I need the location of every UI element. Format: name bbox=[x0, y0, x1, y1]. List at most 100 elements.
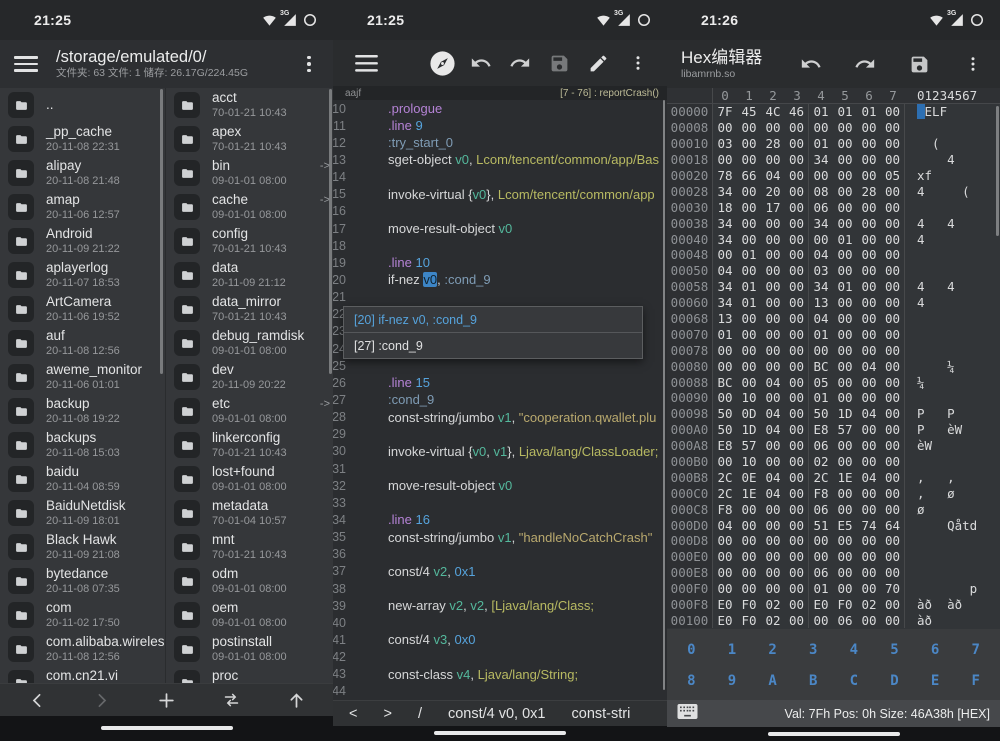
hex-byte[interactable]: 00 bbox=[833, 263, 857, 279]
hex-byte[interactable]: 00 bbox=[761, 342, 785, 358]
hex-key-C[interactable]: C bbox=[834, 673, 875, 689]
arrow-up-icon[interactable] bbox=[283, 688, 309, 712]
hex-byte[interactable]: 00 bbox=[881, 406, 905, 422]
hex-key-8[interactable]: 8 bbox=[671, 673, 712, 689]
hex-byte[interactable]: 00 bbox=[785, 247, 809, 263]
hex-byte[interactable]: 00 bbox=[737, 263, 761, 279]
hex-byte[interactable]: 00 bbox=[737, 152, 761, 168]
hex-byte[interactable]: 00 bbox=[737, 199, 761, 215]
breadcrumb-path[interactable]: /storage/emulated/0/ bbox=[56, 48, 248, 67]
code-line[interactable]: 25 bbox=[333, 357, 667, 374]
code-line[interactable]: 35const-string/jumbo v1, "handleNoCatchC… bbox=[333, 529, 667, 546]
hex-byte[interactable]: 01 bbox=[833, 104, 857, 120]
list-item[interactable]: backups20-11-08 15:03 bbox=[0, 428, 165, 462]
hex-byte[interactable]: 17 bbox=[761, 199, 785, 215]
hex-byte[interactable]: 00 bbox=[761, 454, 785, 470]
code-line[interactable]: 37const/4 v2, 0x1 bbox=[333, 563, 667, 580]
plus-icon[interactable] bbox=[154, 688, 180, 712]
list-item[interactable]: _pp_cache20-11-08 22:31 bbox=[0, 122, 165, 156]
hex-byte[interactable]: 00 bbox=[785, 231, 809, 247]
hex-byte[interactable]: 00 bbox=[881, 390, 905, 406]
hex-byte[interactable]: 00 bbox=[785, 597, 809, 613]
hex-byte[interactable]: 00 bbox=[833, 342, 857, 358]
hex-byte[interactable]: 50 bbox=[713, 406, 737, 422]
chevron-left-icon[interactable] bbox=[24, 688, 50, 712]
keyboard-icon[interactable] bbox=[677, 704, 698, 724]
list-item[interactable]: mnt70-01-21 10:43 bbox=[166, 530, 333, 564]
hex-byte[interactable]: 45 bbox=[737, 104, 761, 120]
hex-byte[interactable]: 34 bbox=[809, 215, 833, 231]
list-item[interactable]: backup20-11-08 19:22 bbox=[0, 394, 165, 428]
list-item[interactable]: BaiduNetdisk20-11-09 18:01 bbox=[0, 496, 165, 530]
list-item[interactable]: cache09-01-01 08:00-> bbox=[166, 190, 333, 224]
list-item[interactable]: debug_ramdisk09-01-01 08:00 bbox=[166, 326, 333, 360]
save-icon[interactable] bbox=[904, 49, 934, 79]
list-item[interactable]: bin09-01-01 08:00-> bbox=[166, 156, 333, 190]
code-line[interactable]: 43const-class v4, Ljava/lang/String; bbox=[333, 666, 667, 683]
hex-byte[interactable]: 34 bbox=[713, 215, 737, 231]
hex-byte[interactable]: 00 bbox=[881, 469, 905, 485]
code-line[interactable]: 36 bbox=[333, 546, 667, 563]
hex-byte[interactable]: 00 bbox=[881, 613, 905, 629]
hex-key-9[interactable]: 9 bbox=[712, 673, 753, 689]
hex-byte[interactable]: 00 bbox=[857, 326, 881, 342]
hex-byte[interactable]: 64 bbox=[881, 517, 905, 533]
hex-byte[interactable]: 00 bbox=[737, 501, 761, 517]
hex-byte[interactable]: 00 bbox=[761, 517, 785, 533]
code-line[interactable]: 10.prologue bbox=[333, 100, 667, 117]
hex-byte[interactable]: 00 bbox=[737, 565, 761, 581]
hex-byte[interactable]: 00 bbox=[761, 581, 785, 597]
hex-byte[interactable]: 00 bbox=[785, 215, 809, 231]
hex-key-A[interactable]: A bbox=[752, 673, 793, 689]
hex-byte[interactable]: 10 bbox=[737, 454, 761, 470]
hex-byte[interactable]: 00 bbox=[785, 422, 809, 438]
hex-key-1[interactable]: 1 bbox=[712, 642, 753, 658]
hex-byte[interactable]: 00 bbox=[833, 183, 857, 199]
hex-byte[interactable]: 00 bbox=[881, 358, 905, 374]
hex-byte[interactable]: 00 bbox=[881, 438, 905, 454]
hex-byte[interactable]: 04 bbox=[713, 517, 737, 533]
hex-byte[interactable]: 00 bbox=[785, 326, 809, 342]
hex-byte[interactable]: 04 bbox=[713, 263, 737, 279]
undo-icon[interactable] bbox=[796, 49, 826, 79]
hex-byte[interactable]: 05 bbox=[809, 374, 833, 390]
save-icon[interactable] bbox=[545, 48, 575, 78]
hex-byte[interactable]: 00 bbox=[881, 279, 905, 295]
list-item[interactable]: data_mirror70-01-21 10:43 bbox=[166, 292, 333, 326]
hex-byte[interactable]: 00 bbox=[785, 613, 809, 629]
hex-byte[interactable]: 01 bbox=[737, 295, 761, 311]
scrollbar[interactable] bbox=[329, 89, 332, 374]
hex-byte[interactable]: 03 bbox=[713, 136, 737, 152]
more-icon[interactable] bbox=[623, 48, 653, 78]
list-item[interactable]: alipay20-11-08 21:48 bbox=[0, 156, 165, 190]
hex-byte[interactable]: 04 bbox=[761, 406, 785, 422]
hex-byte[interactable]: 2C bbox=[713, 469, 737, 485]
hex-byte[interactable]: 00 bbox=[737, 533, 761, 549]
hex-byte[interactable]: 00 bbox=[761, 120, 785, 136]
hex-byte[interactable]: 00 bbox=[737, 120, 761, 136]
hex-byte[interactable]: 00 bbox=[713, 390, 737, 406]
hex-byte[interactable]: 04 bbox=[857, 358, 881, 374]
hex-byte[interactable]: 00 bbox=[785, 342, 809, 358]
hex-byte[interactable]: 00 bbox=[809, 342, 833, 358]
hex-byte[interactable]: E0 bbox=[809, 597, 833, 613]
list-item[interactable]: dev20-11-09 20:22 bbox=[166, 360, 333, 394]
hex-byte[interactable]: 00 bbox=[857, 136, 881, 152]
hex-byte[interactable]: 00 bbox=[881, 199, 905, 215]
hex-byte[interactable]: 00 bbox=[833, 295, 857, 311]
hex-byte[interactable]: 34 bbox=[713, 279, 737, 295]
hex-byte[interactable]: 66 bbox=[737, 168, 761, 184]
hex-byte[interactable]: 00 bbox=[833, 120, 857, 136]
hex-byte[interactable]: 02 bbox=[761, 613, 785, 629]
hex-byte[interactable]: 04 bbox=[809, 247, 833, 263]
list-item[interactable]: bytedance20-11-08 07:35 bbox=[0, 564, 165, 598]
hex-byte[interactable]: 28 bbox=[857, 183, 881, 199]
chevron-right-icon[interactable] bbox=[89, 688, 115, 712]
hex-byte[interactable]: 00 bbox=[785, 454, 809, 470]
code-line[interactable]: 16 bbox=[333, 203, 667, 220]
hex-byte[interactable]: 00 bbox=[761, 215, 785, 231]
hex-byte[interactable]: 00 bbox=[881, 454, 905, 470]
hex-byte[interactable]: 00 bbox=[761, 390, 785, 406]
hex-byte[interactable]: 2C bbox=[713, 485, 737, 501]
hex-byte[interactable]: 00 bbox=[857, 454, 881, 470]
